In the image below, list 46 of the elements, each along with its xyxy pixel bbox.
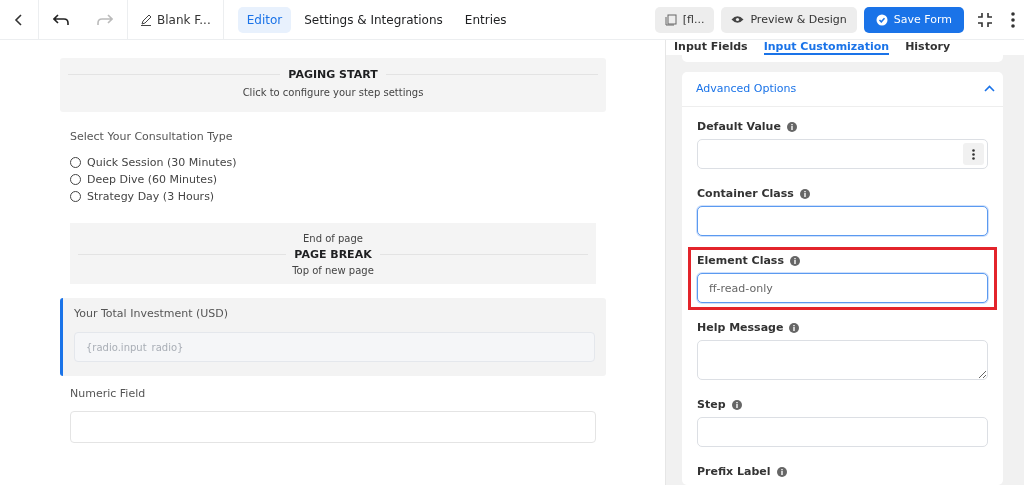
calculated-field-block[interactable]: Your Total Investment (USD) {radio.input_radio} <box>60 298 606 376</box>
field-label: Prefix Label <box>697 465 771 478</box>
page-break-title: PAGE BREAK <box>294 248 372 261</box>
info-icon <box>786 121 797 132</box>
info-icon <box>789 255 800 266</box>
paging-start-hint: Click to configure your step settings <box>242 87 424 98</box>
paging-start-block[interactable]: PAGING START Click to configure your step settings <box>60 58 606 112</box>
radio-label: Strategy Day (3 Hours) <box>87 190 215 203</box>
field-label: Default Value <box>697 120 781 133</box>
copy-icon <box>664 13 677 26</box>
eye-icon <box>731 15 745 24</box>
paging-start-title: PAGING START <box>288 68 378 81</box>
info-icon <box>731 399 742 410</box>
question-label: Select Your Consultation Type <box>70 130 234 143</box>
numeric-input[interactable] <box>70 411 596 443</box>
pencil-icon <box>140 13 152 26</box>
shortcode-button[interactable]: [fl... <box>654 6 715 33</box>
editor-tab[interactable]: Editor <box>237 6 292 33</box>
formula-field[interactable]: {radio.input_radio} <box>74 332 595 362</box>
field-label: Your Total Investment (USD) <box>74 307 230 320</box>
info-icon <box>776 466 787 477</box>
chevron-icon <box>984 85 995 92</box>
editor-tab[interactable]: Settings & Integrations <box>295 6 452 33</box>
info-icon <box>789 322 800 333</box>
options-icon[interactable] <box>963 143 984 165</box>
page-start-text: Top of new page <box>292 265 374 276</box>
form-title: Blank F... <box>157 12 211 27</box>
text-input[interactable] <box>697 206 988 236</box>
radio-label: Deep Dive (60 Minutes) <box>87 173 218 186</box>
page-break-block[interactable]: End of page PAGE BREAK Top of new page <box>70 223 596 284</box>
save-form-button[interactable]: Save Form <box>863 6 964 33</box>
check-circle-icon <box>875 13 888 26</box>
panel-tab[interactable]: History <box>905 40 951 55</box>
field-label: Container Class <box>697 187 794 200</box>
field-label: Element Class <box>697 254 784 267</box>
preview-button[interactable]: Preview & Design <box>721 6 857 33</box>
field-label: Step <box>697 398 726 411</box>
page-end-text: End of page <box>303 233 363 244</box>
info-icon <box>799 188 810 199</box>
radio-label: Quick Session (30 Minutes) <box>87 156 237 169</box>
panel-tab[interactable]: Input Fields <box>674 40 748 55</box>
field-label: Numeric Field <box>70 387 147 400</box>
advanced-options-header[interactable]: Advanced Options <box>682 72 1003 107</box>
editor-tab[interactable]: Entries <box>455 6 516 33</box>
text-input[interactable]: ff-read-only <box>697 273 988 303</box>
field-label: Help Message <box>697 321 784 334</box>
